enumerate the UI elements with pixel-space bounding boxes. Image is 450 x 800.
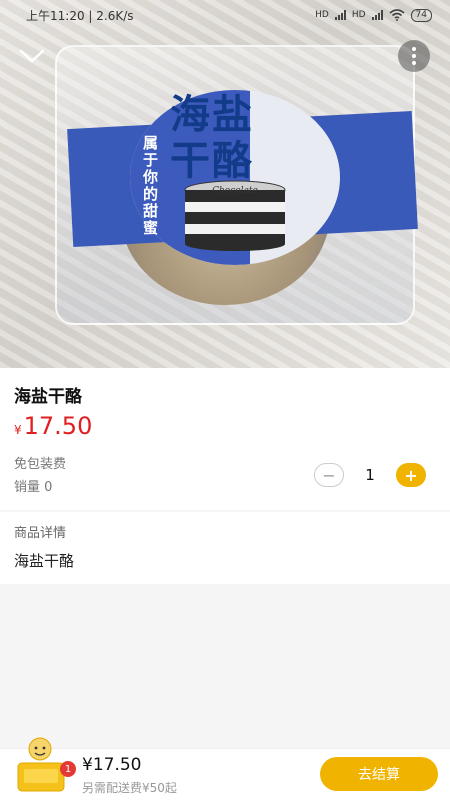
back-button[interactable] [16, 42, 48, 70]
quantity-stepper: − 1 + [314, 463, 426, 487]
signal-icon [371, 10, 383, 20]
signal-icon [334, 10, 346, 20]
product-details: 商品详情 海盐干酪 [0, 512, 450, 584]
battery-icon: 74 [410, 8, 432, 22]
increase-button[interactable]: + [396, 463, 426, 487]
packaging-subtitle: 属于你的甜蜜 [141, 135, 159, 237]
more-options-button[interactable] [398, 40, 430, 72]
status-bar: 上午11:20 | 2.6K/s HD HD 74 [0, 0, 450, 30]
cake-script: Chocolate [212, 186, 258, 196]
details-body: 海盐干酪 [14, 552, 75, 570]
network-label-2: HD [351, 10, 366, 20]
packaging-title: 海盐干酪 [170, 92, 254, 184]
wifi-icon [389, 9, 405, 21]
decrease-button[interactable]: − [314, 463, 344, 487]
product-image: 上午11:20 | 2.6K/s HD HD 74 海盐干酪 属于你的甜蜜 Ch… [0, 0, 450, 368]
shipping-note: 免包装费 [14, 457, 67, 472]
product-name: 海盐干酪 [14, 387, 82, 407]
price-value: 17.50 [23, 412, 93, 440]
network-label-1: HD [315, 10, 329, 20]
cart-bar: 1 ¥17.50 另需配送费¥50起 去结算 [0, 737, 450, 800]
delivery-note: 另需配送费¥50起 [82, 781, 177, 795]
sales-count: 销量 0 [14, 480, 53, 495]
checkout-button[interactable]: 去结算 [320, 757, 438, 791]
quantity-value: 1 [365, 466, 375, 484]
more-dot [412, 61, 416, 65]
details-title: 商品详情 [14, 526, 67, 541]
product-info: 海盐干酪 ¥ 17.50 免包装费 销量 0 − 1 + [0, 368, 450, 510]
currency-symbol: ¥ [14, 423, 22, 437]
cart-total: ¥17.50 [82, 755, 142, 775]
chevron-down-icon [19, 49, 45, 63]
status-icons: HD HD 74 [315, 8, 432, 22]
cake-illustration: Chocolate [184, 180, 286, 251]
more-dot [412, 54, 416, 58]
status-time-speed: 上午11:20 | 2.6K/s [26, 8, 134, 23]
cart-badge: 1 [60, 761, 76, 777]
more-dot [412, 47, 416, 51]
product-price: ¥ 17.50 [14, 412, 92, 440]
